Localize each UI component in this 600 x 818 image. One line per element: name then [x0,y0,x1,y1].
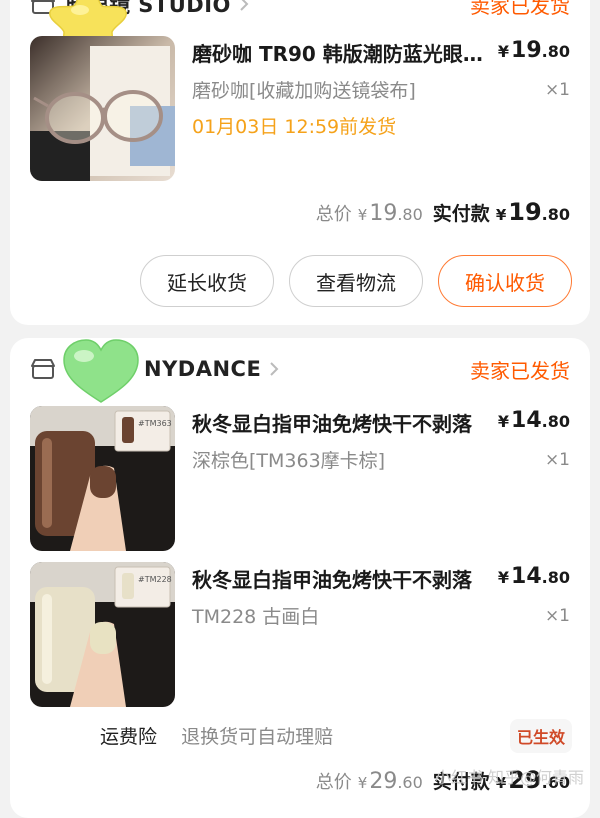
insurance-label: 运费险 [100,726,158,748]
order-item[interactable]: #TM228 秋冬显白指甲油免烤快干不剥落 ¥14.80 TM228 古画白 ×… [30,562,570,707]
extend-receipt-button[interactable]: 延长收货 [140,255,274,307]
item-spec: 磨砂咖[收藏加购送镜袋布] [192,80,416,102]
watermark: 小红书 知乎@何青雨 [434,768,584,787]
order-card: 暗眼镜 STUDIO 卖家已发货 磨砂咖 TR90 韩版潮防蓝光眼镜框 ¥19.… [10,0,590,325]
item-quantity: ×1 [544,80,570,100]
item-price: ¥14.80 [497,564,570,589]
ship-deadline: 01月03日 12:59前发货 [192,116,397,138]
chevron-right-icon [270,362,279,376]
total-amount: ¥19.80 [357,201,423,226]
shop-name: NYDANCE [144,357,262,381]
product-thumbnail-nail-polish[interactable]: #TM363 [30,406,175,551]
paid-label: 实付款 [432,203,490,225]
confirm-receipt-button[interactable]: 确认收货 [438,255,572,307]
insurance-desc: 退换货可自动理赔 [181,726,334,748]
order-status: 卖家已发货 [470,358,570,383]
order-card: NYDANCE 卖家已发货 #TM363 秋冬显白指甲油免烤快干不剥落 ¥14.… [10,338,590,818]
heart-sticker [63,339,139,403]
total-amount: ¥29.60 [357,769,423,794]
order-status: 卖家已发货 [470,0,570,18]
item-price: ¥19.80 [497,38,570,63]
shipping-insurance[interactable]: 运费险 退换货可自动理赔 [100,722,333,749]
item-quantity: ×1 [544,450,570,470]
order-item[interactable]: #TM363 秋冬显白指甲油免烤快干不剥落 ¥14.80 深棕色[TM363摩卡… [30,406,570,551]
store-icon [31,359,55,379]
item-title[interactable]: 秋冬显白指甲油免烤快干不剥落 [192,564,492,593]
total-label: 总价 [315,204,352,225]
order-totals: 总价 ¥19.80 实付款 ¥19.80 [316,198,570,230]
insurance-status-badge: 已生效 [510,719,572,753]
product-thumbnail-glasses[interactable] [30,36,175,181]
chevron-right-icon [240,0,249,11]
item-title[interactable]: 秋冬显白指甲油免烤快干不剥落 [192,408,492,437]
item-spec: TM228 古画白 [192,606,320,628]
order-item[interactable]: 磨砂咖 TR90 韩版潮防蓝光眼镜框 ¥19.80 磨砂咖[收藏加购送镜袋布] … [30,36,570,181]
item-spec: 深棕色[TM363摩卡棕] [192,450,386,472]
paid-amount: ¥19.80 [495,198,570,226]
total-label: 总价 [315,772,352,793]
product-thumbnail-nail-polish[interactable]: #TM228 [30,562,175,707]
item-quantity: ×1 [544,606,570,626]
item-title[interactable]: 磨砂咖 TR90 韩版潮防蓝光眼镜框 [192,38,492,67]
item-price: ¥14.80 [497,408,570,433]
bottle-tag: #TM363 [138,419,172,428]
view-logistics-button[interactable]: 查看物流 [289,255,423,307]
bottle-tag: #TM228 [138,575,172,584]
